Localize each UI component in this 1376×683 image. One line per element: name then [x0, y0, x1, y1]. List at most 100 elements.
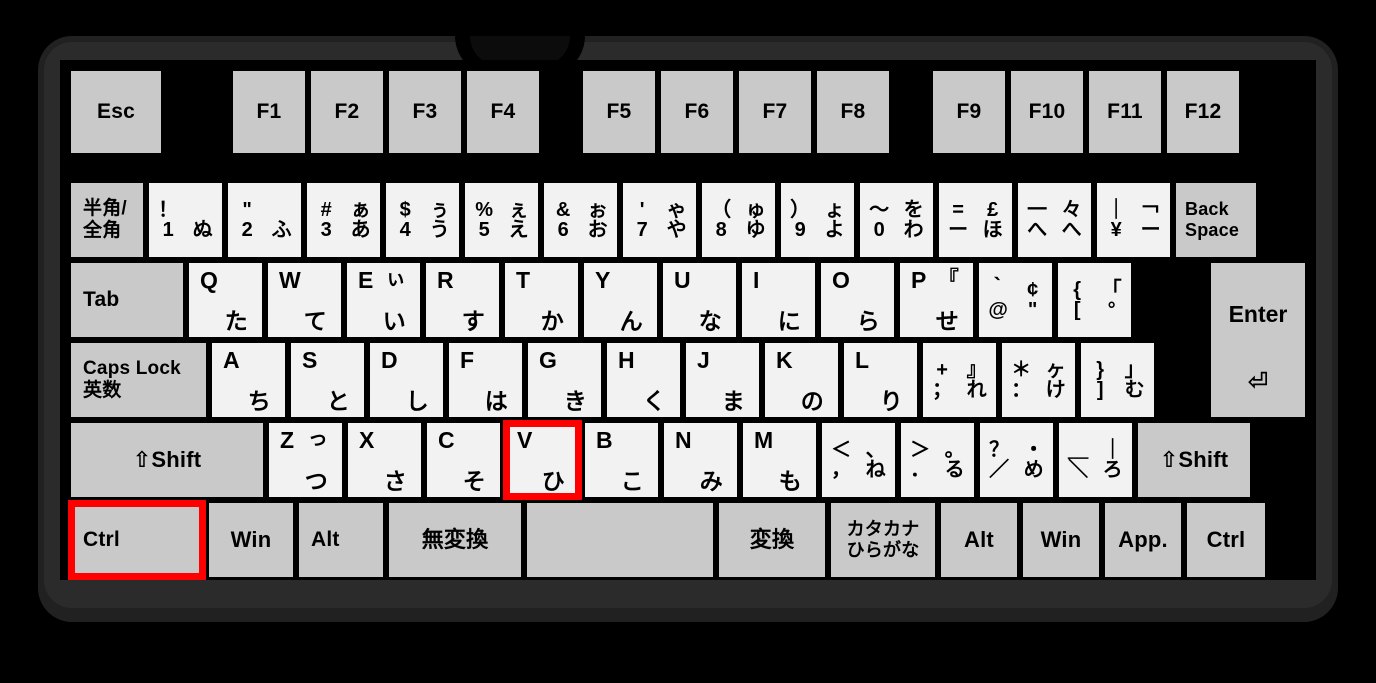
legend-kana: ほ: [982, 219, 1003, 241]
key-digit-0[interactable]: 〜 を 0 わ: [857, 180, 936, 260]
key-space[interactable]: [524, 500, 716, 580]
key-y[interactable]: Y ん: [581, 260, 660, 340]
legend-kana-shift: ゃ: [666, 199, 687, 221]
key-f1[interactable]: F1: [230, 68, 308, 156]
key-shift-left[interactable]: ⇧Shift: [68, 420, 266, 500]
legend-shift: +: [936, 359, 949, 381]
key-l[interactable]: L り: [841, 340, 920, 420]
key-minus[interactable]: = £ ー ほ: [936, 180, 1015, 260]
key-f8[interactable]: F8: [814, 68, 892, 156]
key-e-kana-small: ぃ: [385, 268, 406, 290]
key-ctrl-right[interactable]: Ctrl: [1184, 500, 1268, 580]
key-s[interactable]: S と: [288, 340, 367, 420]
key-p[interactable]: P 『 せ: [897, 260, 976, 340]
key-m[interactable]: M も: [740, 420, 819, 500]
key-u[interactable]: U な: [660, 260, 739, 340]
key-e[interactable]: E ぃ い: [344, 260, 423, 340]
key-x[interactable]: X さ: [345, 420, 424, 500]
key-hankaku-zenkaku[interactable]: 半角/全角: [68, 180, 146, 260]
key-win-left[interactable]: Win: [206, 500, 296, 580]
key-b[interactable]: B こ: [582, 420, 661, 500]
key-r-latin: R: [437, 267, 454, 293]
key-q[interactable]: Q た: [186, 260, 265, 340]
key-j[interactable]: J ま: [683, 340, 762, 420]
key-bracket-right[interactable]: } 」 ] む: [1078, 340, 1157, 420]
key-win-right[interactable]: Win: [1020, 500, 1102, 580]
key-digit-6[interactable]: & ぉ 6 お: [541, 180, 620, 260]
key-z[interactable]: Z っ つ: [266, 420, 345, 500]
key-bracket-left[interactable]: { 「 [ °: [1055, 260, 1134, 340]
key-period[interactable]: ＞ 。 ． る: [898, 420, 977, 500]
key-r-kana: す: [461, 307, 485, 334]
key-h[interactable]: H く: [604, 340, 683, 420]
key-v[interactable]: V ひ: [503, 420, 582, 500]
legend-kana-shift: を: [903, 199, 924, 221]
key-f7[interactable]: F7: [736, 68, 814, 156]
key-f5[interactable]: F5: [580, 68, 658, 156]
key-ctrl-left[interactable]: Ctrl: [68, 500, 206, 580]
key-digit-1[interactable]: ！ 1 ぬ: [146, 180, 225, 260]
key-caps-lock[interactable]: Caps Lock 英数: [68, 340, 209, 420]
legend-kana: る: [944, 459, 965, 481]
key-s-latin: S: [302, 347, 318, 373]
key-caret[interactable]: 一 々 へ へ: [1015, 180, 1094, 260]
key-digit-3[interactable]: # ぁ 3 あ: [304, 180, 383, 260]
key-colon[interactable]: ＊ ヶ ： け: [999, 340, 1078, 420]
legend-kana: °: [1107, 299, 1116, 321]
key-enter[interactable]: Enter ⏎: [1208, 260, 1308, 420]
key-w[interactable]: W て: [265, 260, 344, 340]
key-r[interactable]: R す: [423, 260, 502, 340]
key-digit-9[interactable]: ） ょ 9 よ: [778, 180, 857, 260]
key-alt-right[interactable]: Alt: [938, 500, 1020, 580]
key-digit-4[interactable]: $ ぅ 4 う: [383, 180, 462, 260]
key-tab[interactable]: Tab: [68, 260, 186, 340]
key-slash[interactable]: ？ ・ ／ め: [977, 420, 1056, 500]
key-f11[interactable]: F11: [1086, 68, 1164, 156]
key-g[interactable]: G き: [525, 340, 604, 420]
key-comma[interactable]: ＜ 、 ， ね: [819, 420, 898, 500]
key-muhenkan[interactable]: 無変換: [386, 500, 524, 580]
key-digit-7[interactable]: ' ゃ 7 や: [620, 180, 699, 260]
key-n[interactable]: N み: [661, 420, 740, 500]
key-f10[interactable]: F10: [1008, 68, 1086, 156]
legend-shift: ＿: [1068, 439, 1089, 461]
key-a[interactable]: A ち: [209, 340, 288, 420]
key-f9[interactable]: F9: [930, 68, 1008, 156]
key-o[interactable]: O ら: [818, 260, 897, 340]
key-shift-right[interactable]: ⇧Shift: [1135, 420, 1253, 500]
key-f3[interactable]: F3: [386, 68, 464, 156]
key-c[interactable]: C そ: [424, 420, 503, 500]
key-esc[interactable]: Esc: [68, 68, 164, 156]
legend-kana: わ: [903, 219, 924, 241]
key-katakana-hiragana[interactable]: カタカナ ひらがな: [828, 500, 938, 580]
key-f6[interactable]: F6: [658, 68, 736, 156]
key-digit-5[interactable]: % ぇ 5 え: [462, 180, 541, 260]
key-d[interactable]: D し: [367, 340, 446, 420]
key-f12[interactable]: F12: [1164, 68, 1242, 156]
key-f4[interactable]: F4: [464, 68, 542, 156]
key-backslash[interactable]: ＿ ｜ ＼ ろ: [1056, 420, 1135, 500]
legend-base: 3: [320, 219, 332, 241]
key-k-kana: の: [800, 387, 824, 414]
legend-kana-shift: 。: [944, 439, 965, 461]
key-v-latin: V: [517, 427, 533, 453]
key-i[interactable]: I に: [739, 260, 818, 340]
key-t[interactable]: T か: [502, 260, 581, 340]
key-app[interactable]: App.: [1102, 500, 1184, 580]
key-digit-8[interactable]: （ ゅ 8 ゆ: [699, 180, 778, 260]
key-f2[interactable]: F2: [308, 68, 386, 156]
key-comma-legend: ＜ 、 ， ね: [822, 423, 895, 497]
key-f6-label: F6: [684, 99, 710, 123]
key-k[interactable]: K の: [762, 340, 841, 420]
key-f[interactable]: F は: [446, 340, 525, 420]
number-key-row: 半角/全角 ！ 1 ぬ " 2 ふ # ぁ 3 あ $ ぅ 4 う % ぇ 5 …: [68, 180, 1259, 260]
key-at[interactable]: ｀ ¢ @ ": [976, 260, 1055, 340]
key-alt-left[interactable]: Alt: [296, 500, 386, 580]
key-digit-2[interactable]: " 2 ふ: [225, 180, 304, 260]
key-henkan[interactable]: 変換: [716, 500, 828, 580]
key-backspace[interactable]: Back Space: [1173, 180, 1259, 260]
key-m-latin: M: [754, 427, 774, 453]
key-semicolon[interactable]: + 』 ； れ: [920, 340, 999, 420]
key-m-kana: も: [778, 467, 802, 494]
key-yen[interactable]: ｜ ￢ ¥ ー: [1094, 180, 1173, 260]
